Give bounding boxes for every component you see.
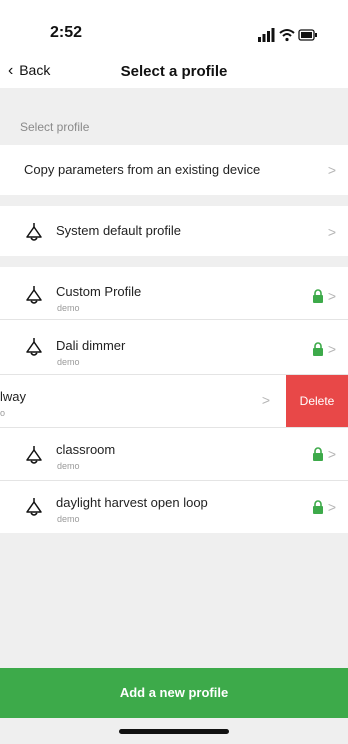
status-time: 2:52	[50, 24, 83, 41]
chevron-right-icon: >	[327, 162, 336, 178]
chevron-right-icon: >	[327, 446, 336, 462]
system-default-label: System default profile	[56, 223, 182, 238]
status-icons	[258, 28, 317, 42]
profile-owner: demo	[57, 514, 80, 524]
copy-parameters-row[interactable]: Copy parameters from an existing device …	[0, 145, 348, 195]
delete-button[interactable]: Delete	[286, 375, 348, 427]
lamp-icon	[26, 286, 42, 304]
profile-name: classroom	[56, 442, 116, 457]
chevron-right-icon: >	[327, 288, 336, 304]
profile-name: Dali dimmer	[56, 338, 126, 353]
signal-icon	[258, 28, 275, 42]
home-indicator	[119, 729, 229, 734]
add-new-profile-button[interactable]: Add a new profile	[0, 668, 348, 718]
page-title: Select a profile	[120, 63, 228, 80]
battery-icon	[298, 29, 317, 41]
top-bar: 2:52 ‹ Back Select a profile	[0, 0, 348, 88]
lamp-icon	[26, 223, 42, 241]
chevron-right-icon: >	[327, 499, 336, 515]
profile-row-custom-profile[interactable]: Custom Profile demo >	[0, 267, 348, 319]
profile-name: lway	[0, 389, 27, 404]
lock-icon	[313, 447, 323, 461]
profile-row-swiped[interactable]: lway o >	[0, 375, 286, 427]
profile-owner: o	[0, 408, 6, 418]
profile-row-dali-dimmer[interactable]: Dali dimmer demo >	[0, 320, 348, 374]
lock-icon	[313, 342, 323, 356]
chevron-right-icon: >	[327, 341, 336, 357]
profile-owner: demo	[57, 461, 80, 471]
section-label: Select profile	[20, 120, 90, 134]
lamp-icon	[26, 498, 42, 516]
lock-icon	[313, 289, 323, 303]
chevron-right-icon: >	[261, 392, 270, 408]
chevron-right-icon: >	[327, 224, 336, 240]
profile-owner: demo	[57, 303, 80, 313]
lock-icon	[313, 500, 323, 514]
profile-row-daylight-harvest[interactable]: daylight harvest open loop demo >	[0, 481, 348, 533]
profile-name: daylight harvest open loop	[56, 495, 208, 510]
profile-owner: demo	[57, 357, 80, 367]
lamp-icon	[26, 446, 42, 464]
wifi-icon	[279, 29, 295, 42]
system-default-profile-row[interactable]: System default profile >	[0, 206, 348, 256]
lamp-icon	[26, 338, 42, 356]
app-screen: 2:52 ‹ Back Select a profile Select prof…	[0, 0, 348, 744]
profile-name: Custom Profile	[56, 284, 142, 299]
copy-parameters-label: Copy parameters from an existing device	[24, 162, 261, 177]
profile-row-classroom[interactable]: classroom demo >	[0, 428, 348, 480]
